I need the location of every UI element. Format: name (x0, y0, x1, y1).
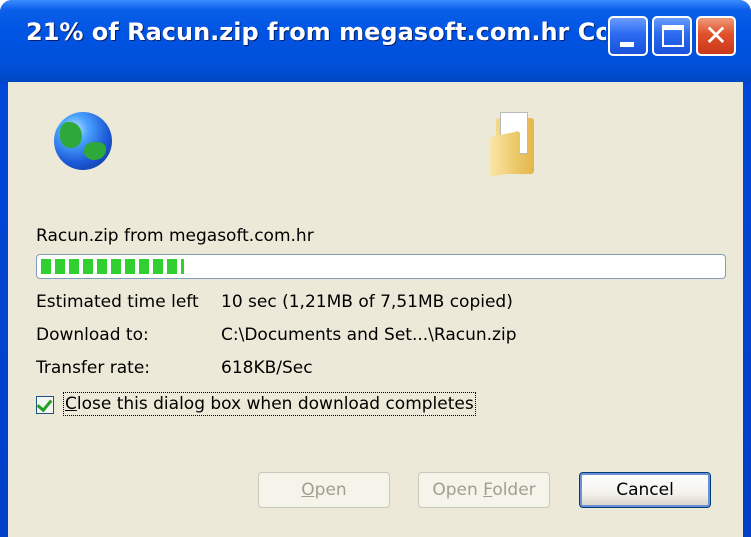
folder-front (490, 130, 520, 178)
globe-land (60, 122, 82, 148)
cancel-button[interactable]: Cancel (579, 472, 711, 508)
download-to-label: Download to: (36, 325, 149, 345)
title-bar[interactable]: 21% of Racun.zip from megasoft.com.hr Co… (0, 0, 751, 82)
open-folder-button-text-rest: older (492, 480, 536, 500)
accelerator-key: F (483, 480, 493, 500)
download-to-value: C:\Documents and Set...\Racun.zip (221, 325, 517, 345)
close-icon: ✕ (704, 19, 728, 52)
globe-icon (54, 112, 112, 170)
transfer-rate-label: Transfer rate: (36, 358, 151, 378)
close-button[interactable]: ✕ (696, 16, 736, 56)
estimated-time-label: Estimated time left (36, 292, 199, 312)
minimize-button[interactable] (608, 16, 648, 56)
estimated-time-value: 10 sec (1,21MB of 7,51MB copied) (221, 292, 513, 312)
progress-fill (41, 259, 184, 274)
close-on-complete-label[interactable]: Close this dialog box when download comp… (63, 392, 476, 416)
dialog-body: Racun.zip from megasoft.com.hr Estimated… (8, 82, 743, 537)
open-button-text: pen (314, 480, 347, 500)
minimize-icon (620, 42, 634, 47)
transfer-rate-value: 618KB/Sec (221, 358, 313, 378)
accelerator-key: O (301, 480, 315, 500)
open-button[interactable]: Open (258, 472, 390, 508)
maximize-button[interactable] (652, 16, 692, 56)
download-dialog: 21% of Racun.zip from megasoft.com.hr Co… (0, 0, 751, 537)
folder-icon (490, 112, 536, 178)
file-source-label: Racun.zip from megasoft.com.hr (36, 226, 314, 246)
checkmark-icon (36, 395, 53, 413)
open-folder-button-text: Open (432, 480, 484, 500)
maximize-icon (662, 25, 684, 47)
accelerator-key: C (65, 394, 77, 414)
globe-land (84, 142, 106, 160)
download-progress-bar (36, 254, 726, 279)
close-on-complete-checkbox[interactable] (36, 395, 54, 414)
window-title: 21% of Racun.zip from megasoft.com.hr Co… (26, 18, 606, 46)
open-folder-button[interactable]: Open Folder (418, 472, 550, 508)
close-on-complete-text: lose this dialog box when download compl… (76, 394, 474, 414)
